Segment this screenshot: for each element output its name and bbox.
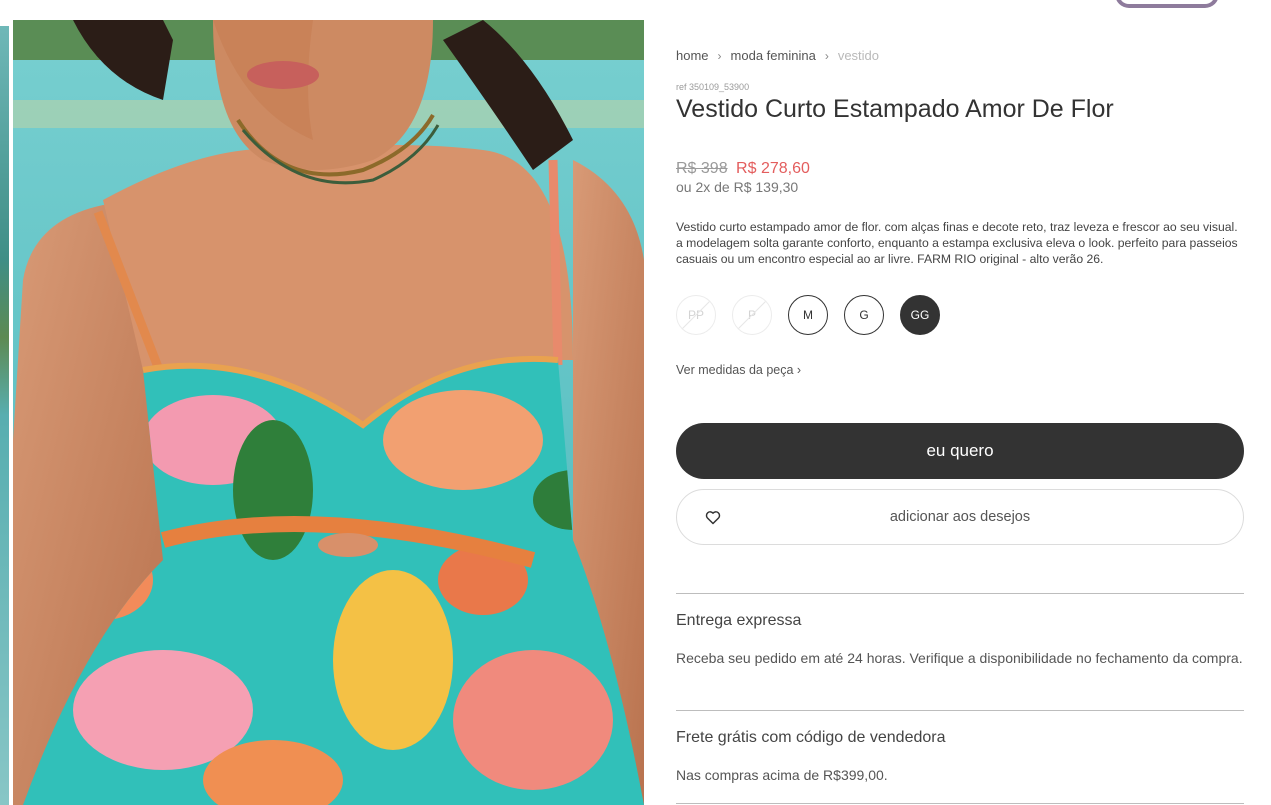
product-title: Vestido Curto Estampado Amor De Flor (676, 95, 1114, 123)
breadcrumb-home[interactable]: home (676, 48, 709, 63)
product-photo[interactable] (13, 20, 644, 805)
size-option-gg[interactable]: GG (900, 295, 940, 335)
express-delivery-text: Receba seu pedido em até 24 horas. Verif… (676, 650, 1243, 666)
chevron-right-icon: › (717, 48, 722, 63)
previous-image-peek[interactable] (0, 26, 9, 805)
divider (676, 803, 1244, 804)
add-to-wishlist-button[interactable]: adicionar aos desejos (676, 489, 1244, 545)
old-price: R$ 398 (676, 160, 728, 177)
size-chart-link[interactable]: Ver medidas da peça › (676, 363, 801, 377)
product-gallery (0, 0, 660, 805)
divider (676, 710, 1244, 711)
size-selector: PP P M G GG (676, 295, 940, 335)
product-description: Vestido curto estampado amor de flor. co… (676, 220, 1238, 266)
divider (676, 593, 1244, 594)
chevron-right-icon: › (824, 48, 829, 63)
express-delivery-title[interactable]: Entrega expressa (676, 612, 801, 630)
free-shipping-text: Nas compras acima de R$399,00. (676, 767, 888, 783)
size-option-p[interactable]: P (732, 295, 772, 335)
price-row: R$ 398 R$ 278,60 (676, 160, 810, 178)
size-option-m[interactable]: M (788, 295, 828, 335)
wishlist-label: adicionar aos desejos (889, 509, 1031, 525)
product-ref: ref 350109_53900 (676, 82, 750, 92)
free-shipping-title[interactable]: Frete grátis com código de vendedora (676, 729, 945, 747)
buy-button[interactable]: eu quero (676, 423, 1244, 479)
top-bar-pill[interactable] (1115, 0, 1219, 8)
heart-icon (705, 511, 721, 525)
breadcrumb-category[interactable]: moda feminina (731, 48, 816, 63)
breadcrumb: home › moda feminina › vestido (676, 48, 879, 63)
installments-text: ou 2x de R$ 139,30 (676, 179, 799, 195)
sale-price: R$ 278,60 (736, 160, 810, 177)
dress-photo-illustration (13, 20, 644, 805)
breadcrumb-current: vestido (837, 48, 880, 63)
size-option-pp[interactable]: PP (676, 295, 716, 335)
size-option-g[interactable]: G (844, 295, 884, 335)
